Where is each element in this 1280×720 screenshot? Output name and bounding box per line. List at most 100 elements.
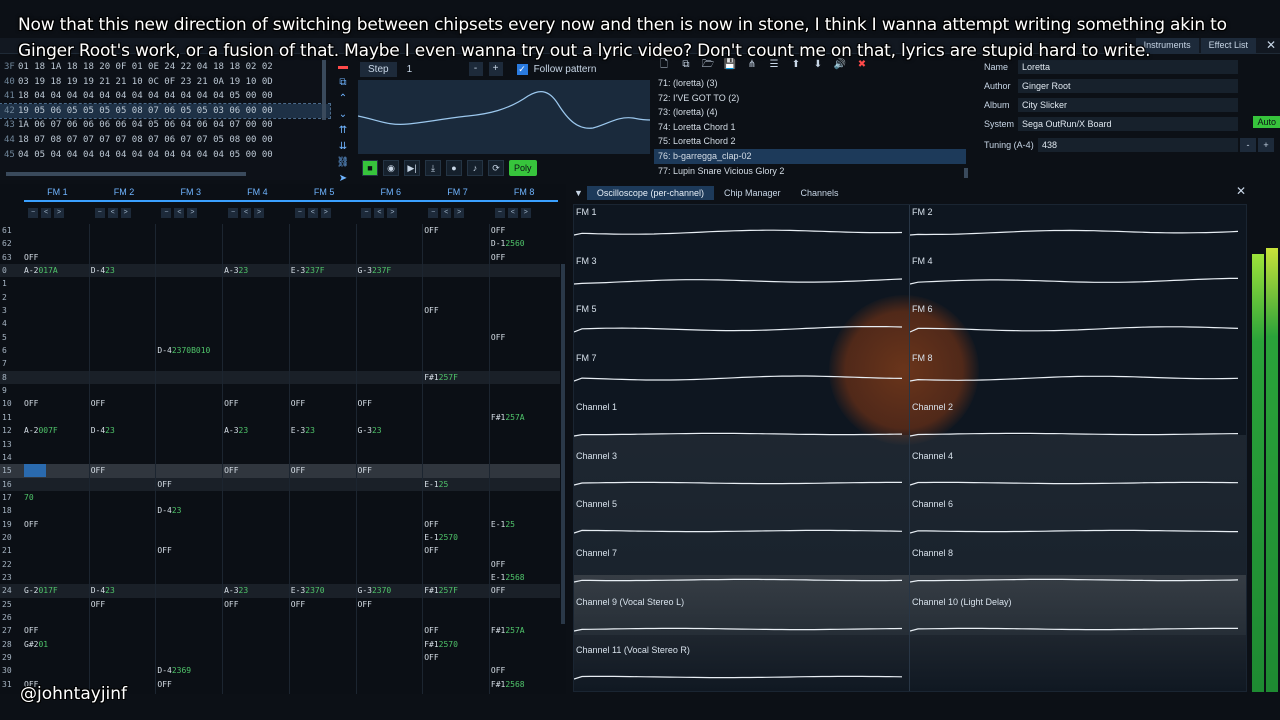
instrument-item[interactable]: 74: Loretta Chord 1 [654, 120, 966, 135]
pattern-cell[interactable]: OFF [491, 664, 505, 677]
pattern-cell[interactable]: A-2007F [24, 424, 58, 437]
pattern-cell[interactable]: E-125 [424, 478, 448, 491]
pattern-cell[interactable]: OFF [157, 544, 171, 557]
pattern-cell[interactable]: OFF [491, 251, 505, 264]
pattern-cell[interactable]: OFF [424, 651, 438, 664]
channel-next-icon[interactable]: > [320, 208, 331, 218]
pattern-cell[interactable]: OFF [358, 464, 372, 477]
channel-header-1[interactable]: FM 1 [24, 184, 91, 202]
channel-prev-icon[interactable]: < [374, 208, 385, 218]
step-decrease-button[interactable]: - [468, 62, 483, 76]
stop-icon[interactable]: ■ [362, 160, 378, 176]
step-down-icon[interactable]: ⤓ [425, 160, 441, 176]
pattern-cell[interactable]: E-32370 [291, 584, 325, 597]
pattern-cell[interactable]: E-12570 [424, 531, 458, 544]
pattern-cell[interactable]: OFF [491, 224, 505, 237]
pattern-cell[interactable]: OFF [291, 464, 305, 477]
pattern-row[interactable]: 10 OFF OFF OFF OFF OFF [0, 397, 560, 410]
order-row[interactable]: 42 19 05 06 05 05 05 05 08 07 06 05 05 03… [0, 102, 331, 120]
pattern-grid[interactable]: 61 OFF OFF 62 D-12560 63 OFF OFF 0 A-2017A D-423 A-… [0, 224, 560, 691]
pattern-row[interactable]: 9 [0, 384, 560, 397]
pattern-cell[interactable]: D-423 [91, 584, 115, 597]
channel-toggle-icon[interactable]: − [428, 208, 439, 218]
pattern-cell[interactable]: G-323 [358, 424, 382, 437]
pattern-cell[interactable]: 70 [24, 491, 34, 504]
play-step-icon[interactable]: ▶| [404, 160, 420, 176]
pattern-cell[interactable]: D-42370B010 [157, 344, 210, 357]
pattern-cell[interactable]: OFF [24, 397, 38, 410]
pattern-cell[interactable]: OFF [424, 518, 438, 531]
pattern-row[interactable]: 29 OFF [0, 651, 560, 664]
pattern-cell[interactable]: OFF [24, 518, 38, 531]
pattern-cell[interactable]: OFF [91, 464, 105, 477]
pattern-cell[interactable]: OFF [24, 251, 38, 264]
pattern-cell[interactable]: OFF [491, 584, 505, 597]
pattern-row[interactable]: 16 OFF E-125 [0, 477, 560, 491]
pattern-cell[interactable]: D-42369 [157, 664, 191, 677]
link-icon[interactable]: ⛓ [336, 156, 350, 170]
pattern-row[interactable]: 15 OFF OFF OFF OFF [0, 464, 560, 478]
pattern-row[interactable]: 3 OFF [0, 304, 560, 317]
channel-header-4[interactable]: FM 4 [224, 184, 291, 202]
channel-header-5[interactable]: FM 5 [290, 184, 358, 202]
pattern-cell[interactable]: E-3237F [291, 264, 325, 277]
pattern-row[interactable]: 63 OFF OFF [0, 251, 560, 264]
pattern-cell[interactable]: F#1257F [424, 371, 458, 384]
pattern-row[interactable]: 14 [0, 451, 560, 464]
move-down-icon[interactable]: ⌄ [336, 108, 350, 122]
pattern-cell[interactable]: OFF [224, 464, 238, 477]
order-row[interactable]: 40 03 19 18 19 19 21 21 10 0C 0F 23 21 0A… [0, 75, 330, 90]
pattern-cell[interactable]: OFF [491, 331, 505, 344]
pattern-cell[interactable]: G-2017F [24, 584, 58, 597]
pattern-cell[interactable]: G#201 [24, 638, 48, 651]
pattern-scrollbar[interactable] [561, 264, 565, 624]
pattern-row[interactable]: 20 E-12570 [0, 531, 560, 544]
pattern-row[interactable]: 30 D-42369 OFF [0, 664, 560, 677]
oscilloscope-close-icon[interactable]: ✕ [1236, 184, 1246, 198]
pattern-row[interactable]: 26 [0, 611, 560, 624]
channel-next-icon[interactable]: > [254, 208, 265, 218]
pattern-cell[interactable]: F#12568 [491, 678, 525, 691]
channel-header-6[interactable]: FM 6 [357, 184, 425, 202]
pattern-row[interactable]: 62 D-12560 [0, 237, 560, 250]
pattern-cell[interactable]: OFF [424, 544, 438, 557]
pattern-cell[interactable]: F#1257A [491, 411, 525, 424]
tab-oscilloscope[interactable]: Oscilloscope (per-channel) [586, 186, 714, 200]
instrument-item[interactable]: 73: (loretta) (4) [654, 105, 966, 120]
pattern-cell[interactable]: OFF [91, 397, 105, 410]
pattern-row[interactable]: 7 [0, 357, 560, 370]
pattern-row[interactable]: 24 G-2017F D-423 A-323 E-32370 G-32370 F#1257F… [0, 584, 560, 598]
pattern-row[interactable]: 21 OFF OFF [0, 544, 560, 557]
step-input[interactable]: 1 [403, 64, 463, 75]
pattern-cell[interactable]: OFF [291, 598, 305, 611]
pattern-row[interactable]: 4 [0, 317, 560, 330]
pattern-cell[interactable]: OFF [157, 678, 171, 691]
channel-prev-icon[interactable]: < [174, 208, 185, 218]
repeat-icon[interactable]: ⟳ [488, 160, 504, 176]
channel-prev-icon[interactable]: < [241, 208, 252, 218]
order-up-icon[interactable]: ⇈ [336, 124, 350, 138]
song-author-field[interactable]: Ginger Root [1018, 79, 1238, 93]
pattern-row[interactable]: 2 [0, 291, 560, 304]
pattern-cell[interactable]: D-423 [91, 264, 115, 277]
channel-prev-icon[interactable]: < [41, 208, 51, 218]
tab-channels[interactable]: Channels [791, 186, 849, 200]
pattern-cell[interactable]: E-323 [291, 424, 315, 437]
channel-header-2[interactable]: FM 2 [90, 184, 158, 202]
tuning-field[interactable]: 438 [1038, 138, 1238, 152]
pattern-row[interactable]: 22 OFF [0, 558, 560, 571]
song-album-field[interactable]: City Slicker [1018, 98, 1238, 112]
channel-toggle-icon[interactable]: − [28, 208, 38, 218]
pattern-row[interactable]: 17 70 [0, 491, 560, 504]
pattern-row[interactable]: 18 D-423 [0, 504, 560, 517]
tuning-increase-button[interactable]: + [1258, 138, 1274, 152]
instrument-item[interactable]: 75: Loretta Chord 2 [654, 134, 966, 149]
order-row[interactable]: 45 04 05 04 04 04 04 04 04 04 04 04 04 04… [0, 148, 330, 163]
metronome-icon[interactable]: ♪ [467, 160, 483, 176]
channel-next-icon[interactable]: > [54, 208, 64, 218]
channel-toggle-icon[interactable]: − [94, 208, 105, 218]
pattern-row[interactable]: 61 OFF OFF [0, 224, 560, 237]
pattern-cell[interactable]: OFF [358, 397, 372, 410]
pattern-row[interactable]: 5 OFF [0, 331, 560, 344]
pattern-row[interactable]: 28 G#201 F#12570 [0, 638, 560, 651]
